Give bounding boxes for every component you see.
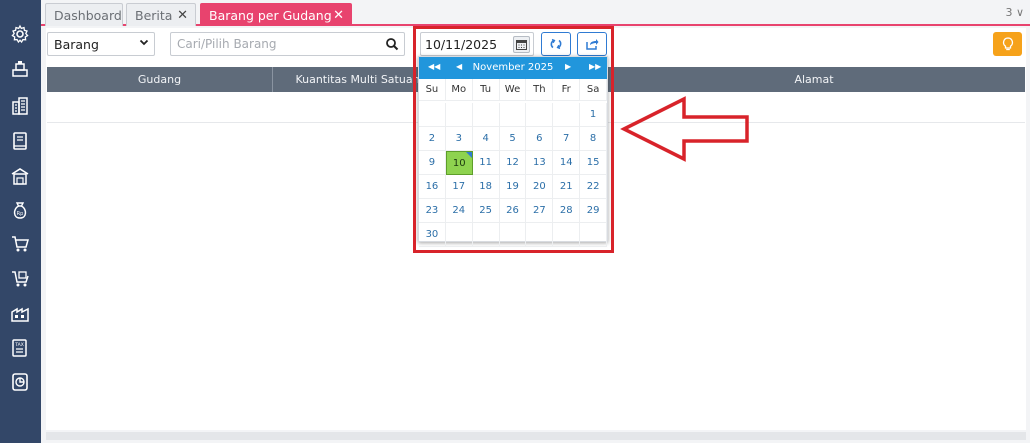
report-icon[interactable] [10, 372, 30, 392]
cart-icon[interactable] [10, 234, 30, 254]
tab-berita[interactable]: Berita ✕ [126, 3, 196, 26]
warehouse-icon[interactable] [10, 166, 30, 186]
search-input[interactable] [171, 33, 371, 55]
bottom-scrollbar[interactable] [46, 432, 1026, 440]
tab-dashboard[interactable]: Dashboard [45, 3, 123, 26]
settings-icon[interactable] [10, 24, 30, 44]
tab-label: Dashboard [54, 7, 122, 23]
svg-text:TAX: TAX [14, 342, 24, 348]
lightbulb-icon [1002, 37, 1013, 51]
highlight-box [413, 26, 614, 253]
close-icon[interactable]: ✕ [177, 8, 188, 23]
tab-label: Barang per Gudang [209, 7, 332, 23]
tab-label: Berita [135, 7, 173, 23]
sidebar: Rp TAX [0, 0, 41, 443]
tax-icon[interactable]: TAX [10, 338, 30, 358]
tab-barang-per-gudang[interactable]: Barang per Gudang ✕ [200, 3, 352, 26]
search-icon[interactable] [385, 37, 399, 51]
close-icon[interactable]: ✕ [333, 8, 344, 23]
search-box [170, 32, 405, 56]
chevron-down-icon [139, 37, 149, 50]
money-bag-icon[interactable]: Rp [10, 200, 30, 220]
inventory-icon[interactable] [10, 59, 30, 79]
arrow-left-icon [620, 96, 749, 162]
book-icon[interactable] [10, 131, 30, 151]
cart-box-icon[interactable] [10, 269, 30, 289]
hint-button[interactable] [993, 32, 1022, 56]
svg-text:Rp: Rp [17, 211, 24, 217]
building-icon[interactable] [10, 96, 30, 116]
tab-bar: Dashboard Berita ✕ Barang per Gudang ✕ 3… [41, 0, 1030, 26]
item-type-select[interactable]: Barang [47, 32, 155, 56]
column-header-gudang[interactable]: Gudang [47, 67, 273, 92]
tab-counter-dropdown[interactable]: 3 ∨ [1005, 6, 1024, 19]
select-value: Barang [54, 36, 99, 52]
factory-icon[interactable] [10, 303, 30, 323]
